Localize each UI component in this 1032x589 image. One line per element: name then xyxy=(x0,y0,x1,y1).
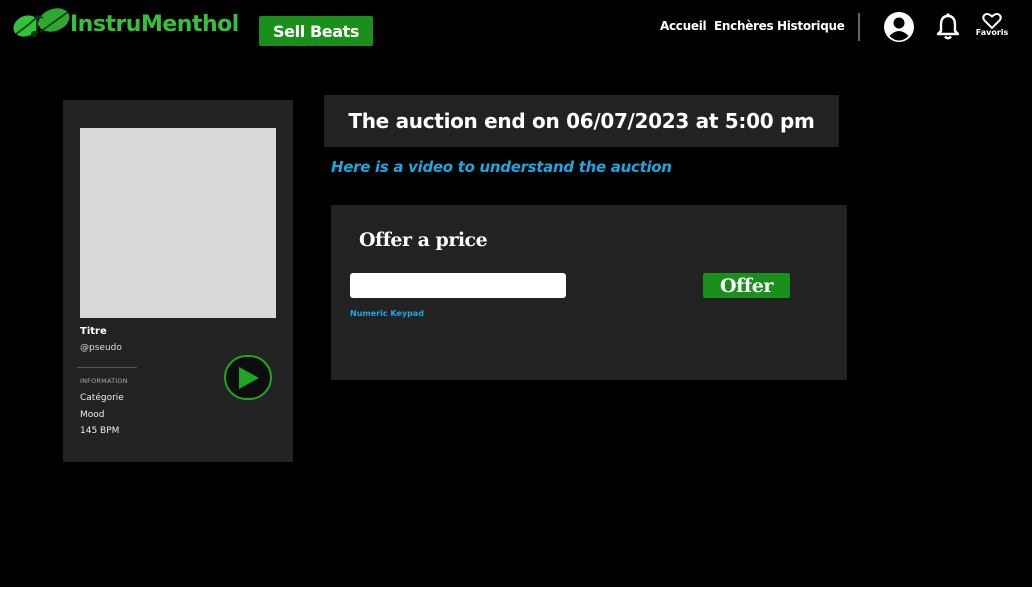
play-button[interactable] xyxy=(224,355,272,400)
favorites-button[interactable]: Favoris xyxy=(975,12,1009,42)
auction-end-banner: The auction end on 06/07/2023 at 5:00 pm xyxy=(324,95,839,147)
card-divider xyxy=(77,367,137,368)
nav-encheres[interactable]: Enchères xyxy=(714,19,774,37)
beat-mood: Mood xyxy=(80,410,105,420)
beat-card: Titre @pseudo INFORMATION Catégorie Mood… xyxy=(63,100,293,462)
beat-cover-image xyxy=(80,128,276,318)
brand-name: InstruMenthol xyxy=(70,11,239,37)
beat-category: Catégorie xyxy=(80,393,124,403)
info-label: INFORMATION xyxy=(80,377,128,385)
offer-panel: Offer a price Numeric Keypad Offer xyxy=(331,205,847,380)
nav-accueil[interactable]: Accueil xyxy=(660,19,707,37)
beat-bpm: 145 BPM xyxy=(80,426,120,436)
favorites-label: Favoris xyxy=(975,28,1009,37)
nav-divider xyxy=(858,13,860,41)
bell-icon[interactable] xyxy=(935,13,961,41)
sell-beats-button[interactable]: Sell Beats xyxy=(259,16,373,46)
user-circle-icon[interactable] xyxy=(883,11,915,43)
offer-title: Offer a price xyxy=(359,229,488,251)
beat-artist[interactable]: @pseudo xyxy=(80,343,122,353)
auction-video-link[interactable]: Here is a video to understand the auctio… xyxy=(331,158,672,176)
leaf-logo-icon xyxy=(13,8,70,37)
beat-title: Titre xyxy=(80,326,107,337)
numeric-keypad-label: Numeric Keypad xyxy=(350,309,424,318)
offer-button[interactable]: Offer xyxy=(703,273,790,298)
brand-logo[interactable]: InstruMenthol xyxy=(10,4,239,44)
nav-historique[interactable]: Historique xyxy=(777,19,845,37)
play-icon xyxy=(239,366,259,389)
offer-price-input[interactable] xyxy=(350,273,566,298)
auction-end-text: The auction end on 06/07/2023 at 5:00 pm xyxy=(348,109,815,133)
